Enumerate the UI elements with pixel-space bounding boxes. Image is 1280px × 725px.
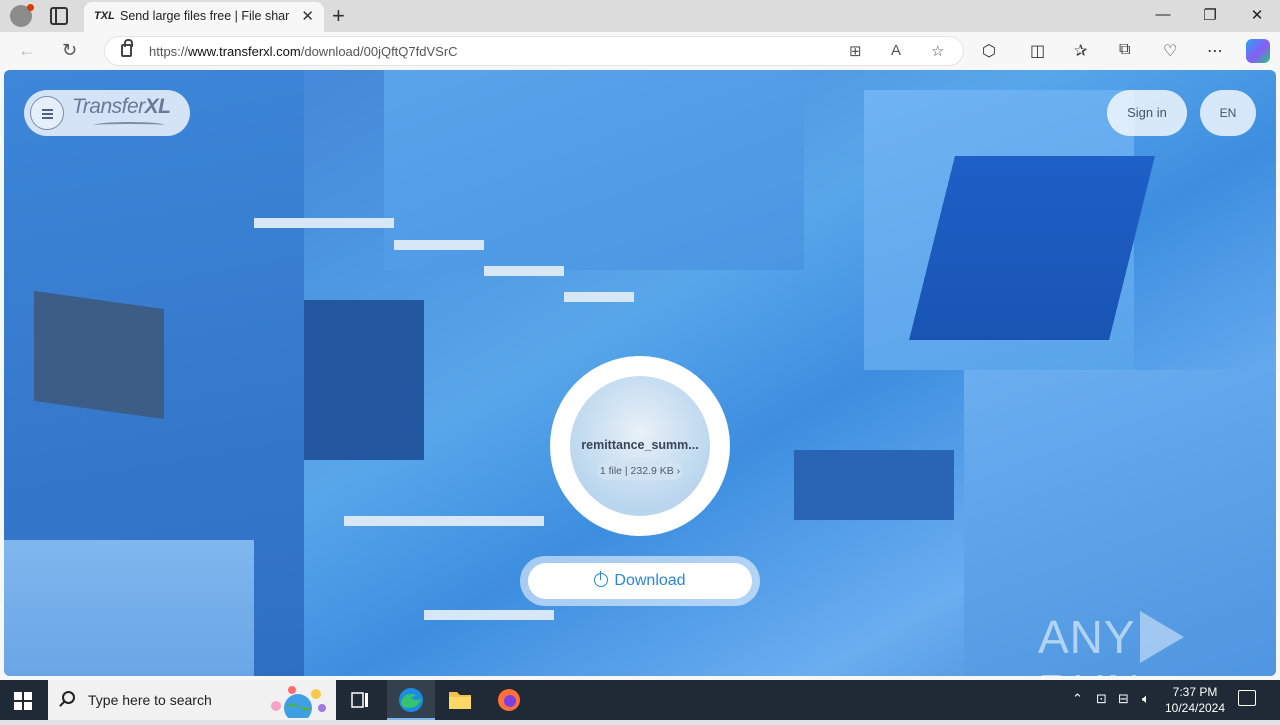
address-bar[interactable]: https://www.transferxl.com/download/00jQ… — [104, 36, 964, 66]
show-hidden-icons-chevron-icon[interactable]: ⌃ — [1072, 691, 1083, 707]
tab-strip: TXL Send large files free | File sharing… — [0, 0, 1280, 32]
minimize-button[interactable]: — — [1140, 6, 1186, 23]
stair-step — [394, 240, 484, 250]
edge-taskbar-icon[interactable] — [387, 680, 435, 720]
file-name: remittance_summ... — [581, 438, 699, 452]
taskbar: Type here to search ⌃ ⊡ ⊟ 🔈︎ 7:37 PM 10/… — [0, 680, 1280, 720]
lock-icon[interactable] — [121, 39, 133, 57]
tab-favicon: TXL — [94, 10, 115, 22]
logo-swoosh-icon — [92, 122, 166, 128]
new-tab-button[interactable]: + — [332, 3, 345, 29]
taskbar-search[interactable]: Type here to search — [48, 680, 336, 720]
background-window-left — [34, 290, 164, 420]
stair-step — [424, 610, 554, 620]
file-explorer-icon[interactable] — [436, 680, 484, 720]
firefox-icon[interactable] — [485, 680, 533, 720]
download-label: Download — [614, 572, 686, 589]
clock-date: 10/24/2024 — [1164, 701, 1226, 715]
clock-time: 7:37 PM — [1172, 685, 1218, 699]
tab-close-icon[interactable]: ✕ — [301, 7, 314, 25]
background-doorway — [304, 300, 424, 460]
search-placeholder[interactable]: Type here to search — [88, 692, 212, 708]
favorites-icon[interactable]: ✰ — [1074, 41, 1087, 61]
stair-step — [564, 292, 634, 302]
split-screen-icon[interactable]: ◫ — [1030, 41, 1045, 61]
file-info-link[interactable]: 1 file | 232.9 KB › — [598, 462, 682, 480]
back-arrow-icon[interactable]: ← — [18, 40, 36, 61]
background-window-grid — [794, 450, 954, 520]
sign-in-button[interactable]: Sign in — [1107, 90, 1187, 136]
app-available-icon[interactable]: ⊞ — [849, 42, 862, 60]
file-card[interactable]: remittance_summ... 1 file | 232.9 KB › — [550, 356, 730, 536]
refresh-icon[interactable]: ↻ — [62, 40, 77, 61]
tab-actions-icon[interactable] — [50, 7, 68, 25]
close-window-button[interactable]: ✕ — [1234, 6, 1280, 24]
restore-button[interactable]: ❐ — [1187, 6, 1233, 24]
volume-icon[interactable]: 🔈︎ — [1142, 691, 1150, 707]
anyrun-watermark: ANYRUN — [1038, 610, 1276, 676]
collections-icon[interactable]: ⧉ — [1119, 41, 1130, 59]
windows-start-icon[interactable] — [14, 692, 32, 710]
page-background: TransferXL Sign in EN remittance_summ...… — [4, 70, 1276, 676]
download-button[interactable]: Download — [528, 563, 752, 599]
settings-more-icon[interactable]: ⋯ — [1207, 41, 1223, 61]
browser-essentials-icon[interactable]: ♡ — [1163, 41, 1177, 61]
download-power-icon — [594, 571, 609, 587]
search-highlight-globe-icon — [271, 686, 326, 718]
language-selector[interactable]: EN — [1200, 90, 1256, 136]
notification-center-icon[interactable] — [1238, 690, 1256, 706]
stair-step — [484, 266, 564, 276]
profile-avatar-icon[interactable] — [10, 4, 34, 27]
favorite-star-icon[interactable]: ☆ — [931, 42, 944, 60]
tab-transferxl[interactable]: TXL Send large files free | File sharing… — [84, 2, 324, 32]
transferxl-logo[interactable]: TransferXL — [72, 95, 171, 119]
address-toolbar: ← ↻ https://www.transferxl.com/download/… — [0, 32, 1280, 70]
task-view-icon[interactable] — [336, 680, 384, 720]
background-floor — [4, 540, 254, 676]
copilot-icon[interactable] — [1246, 39, 1270, 63]
play-triangle-icon — [1139, 611, 1184, 663]
browser-window: TXL Send large files free | File sharing… — [0, 0, 1280, 680]
tab-title: Send large files free | File sharing — [120, 9, 290, 23]
extensions-icon[interactable]: ⬡ — [982, 41, 996, 61]
system-clock[interactable]: 7:37 PM 10/24/2024 — [1160, 684, 1230, 716]
search-icon — [62, 691, 75, 704]
hamburger-menu-icon[interactable] — [30, 96, 64, 130]
device-tray-icon[interactable]: ⊡ — [1096, 691, 1107, 707]
stair-step — [344, 516, 544, 526]
read-aloud-icon[interactable]: A — [891, 42, 901, 59]
download-button-wrapper: Download — [520, 556, 760, 606]
network-icon[interactable]: ⊟ — [1118, 691, 1129, 707]
url-text[interactable]: https://www.transferxl.com/download/00jQ… — [149, 44, 458, 59]
logo-menu-pill: TransferXL — [24, 90, 190, 136]
stair-step — [254, 218, 394, 228]
file-preview: remittance_summ... 1 file | 232.9 KB › — [570, 376, 710, 516]
